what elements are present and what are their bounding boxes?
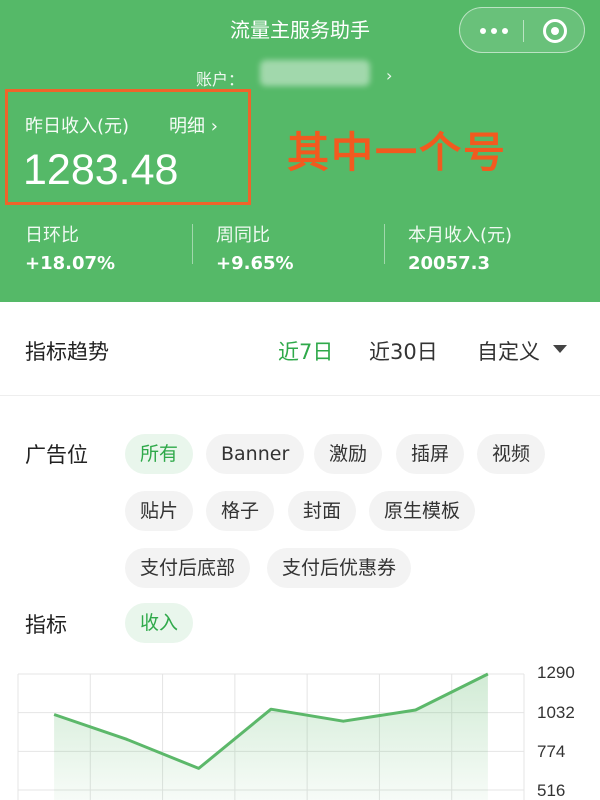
divider (0, 395, 600, 396)
tag-interstitial[interactable]: 插屏 (396, 434, 465, 474)
account-name-redacted (260, 60, 370, 86)
stat-label: 本月收入(元) (408, 225, 513, 246)
mini-program-capsule (459, 7, 585, 53)
yesterday-income-value: 1283.48 (23, 146, 179, 194)
y-tick-label: 774 (537, 742, 566, 761)
tag-all[interactable]: 所有 (125, 434, 194, 474)
income-detail-link[interactable]: 明细 › (169, 112, 218, 138)
stat-value: +18.07% (25, 253, 116, 274)
stat-label: 日环比 (25, 225, 79, 246)
account-switch-arrow[interactable]: › (386, 66, 392, 85)
annotation-text: 其中一个号 (287, 128, 508, 177)
ad-position-label: 广告位 (25, 443, 88, 467)
stat-weekly-change: 周同比 +9.65% (216, 221, 294, 274)
tag-banner[interactable]: Banner (206, 434, 305, 474)
range-7-days[interactable]: 近7日 (278, 336, 333, 366)
tag-post-payment-bottom[interactable]: 支付后底部 (125, 548, 251, 588)
tag-cover[interactable]: 封面 (288, 491, 357, 531)
tag-video[interactable]: 视频 (477, 434, 546, 474)
tag-preroll[interactable]: 贴片 (125, 491, 194, 531)
trend-title: 指标趋势 (25, 340, 109, 364)
y-tick-label: 1290 (537, 663, 575, 682)
stat-daily-change: 日环比 +18.07% (25, 221, 115, 274)
stat-label: 周同比 (216, 225, 270, 246)
yesterday-income-label: 昨日收入(元) (25, 116, 130, 137)
y-tick-label: 516 (537, 781, 566, 800)
y-tick-label: 1032 (537, 703, 575, 722)
range-30-days[interactable]: 近30日 (369, 336, 438, 366)
metric-label: 指标 (25, 613, 67, 637)
capsule-divider (523, 20, 524, 42)
chevron-down-icon[interactable] (553, 345, 567, 353)
stat-divider (192, 224, 193, 264)
stat-divider (384, 224, 385, 264)
range-custom[interactable]: 自定义 (477, 336, 540, 366)
more-icon[interactable] (472, 8, 516, 54)
stat-month-income: 本月收入(元) 20057.3 (408, 221, 512, 274)
tag-grid[interactable]: 格子 (206, 491, 275, 531)
tag-post-payment-coupon[interactable]: 支付后优惠券 (267, 548, 412, 588)
trend-row: 指标趋势 近7日 近30日 自定义 (0, 320, 600, 380)
stat-value: 20057.3 (408, 253, 490, 274)
tag-native-template[interactable]: 原生模板 (369, 491, 476, 531)
stat-value: +9.65% (216, 253, 294, 274)
close-miniprogram-icon[interactable] (532, 8, 578, 54)
header: 流量主服务助手 账户： › 昨日收入(元) 明细 › 1283.48 其中一个号… (0, 0, 600, 302)
income-trend-chart (17, 672, 525, 800)
account-label: 账户： (196, 70, 245, 89)
tag-income[interactable]: 收入 (125, 603, 194, 643)
tag-rewarded[interactable]: 激励 (314, 434, 383, 474)
